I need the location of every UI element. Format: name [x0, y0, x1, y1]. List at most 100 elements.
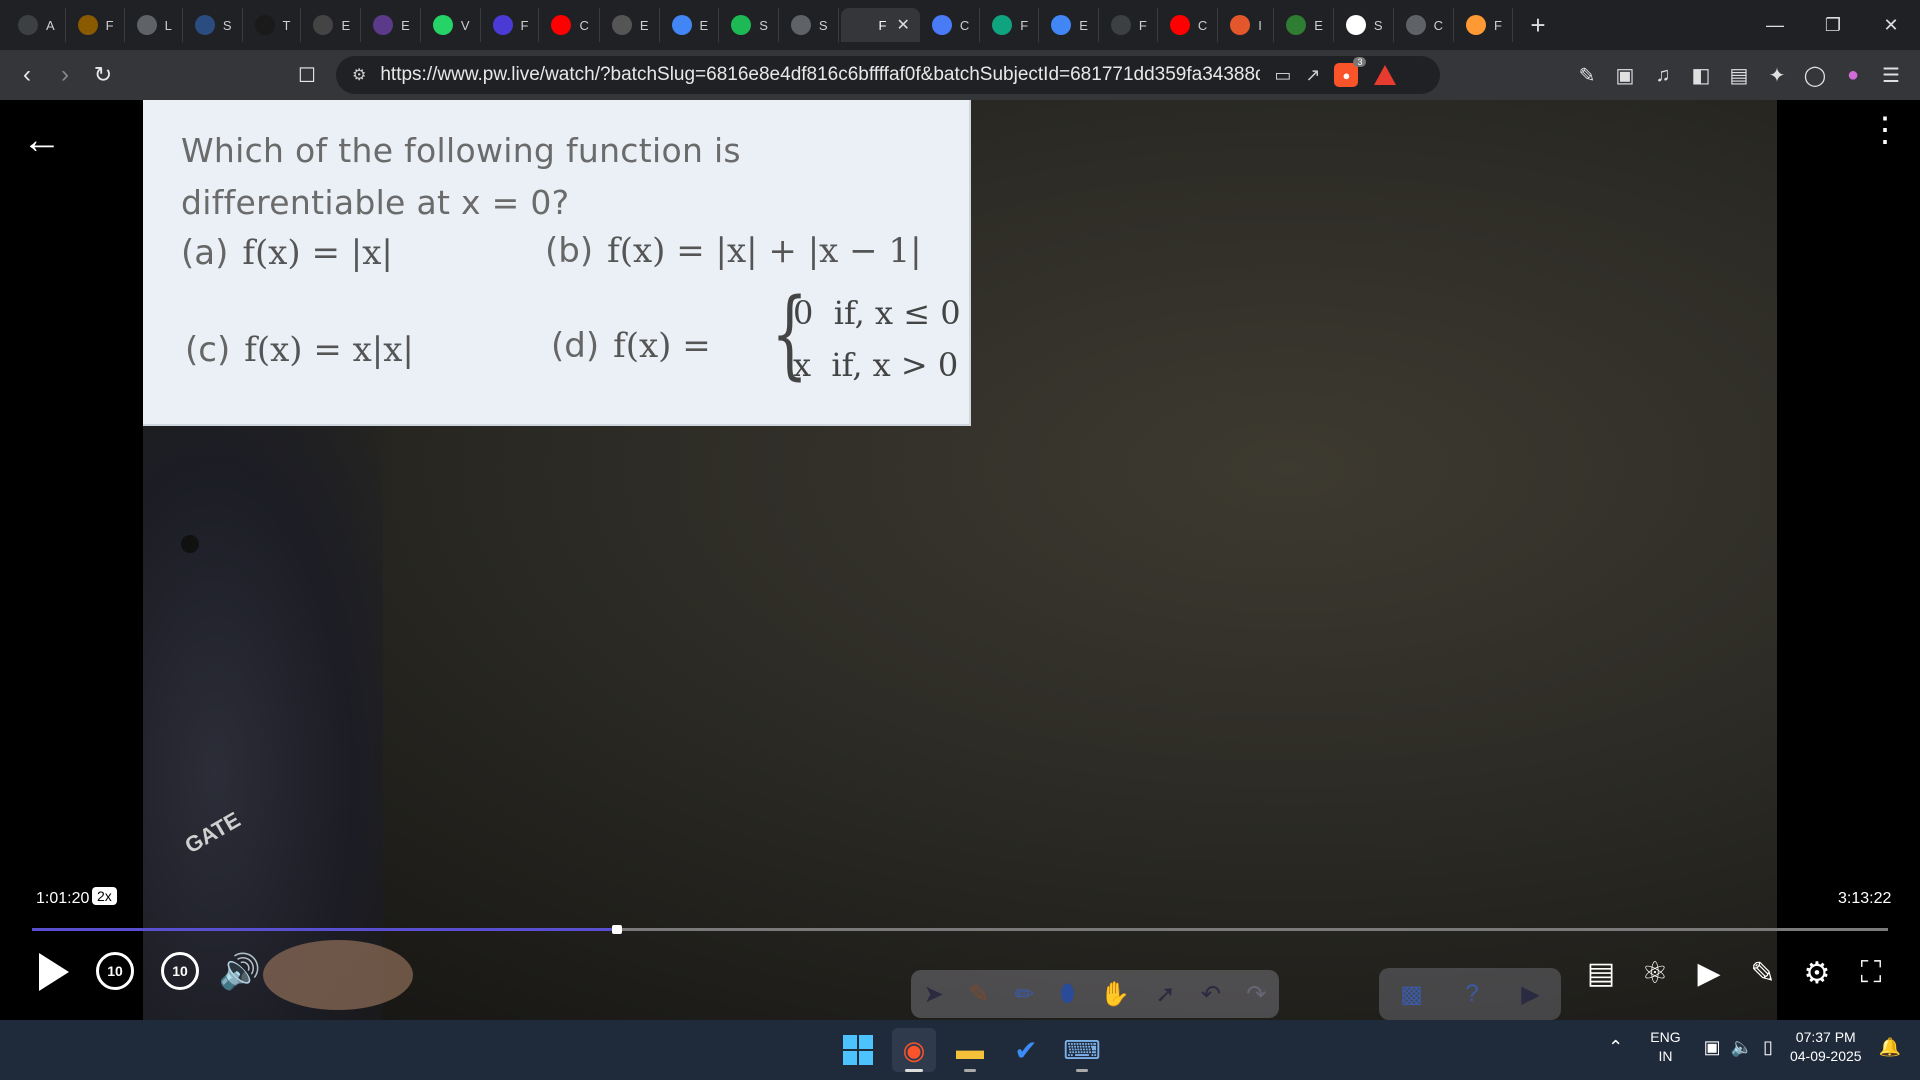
option-b: (b) f(x) = |x| + |x − 1|: [545, 231, 922, 271]
video-player[interactable]: ← GATE Which of the following function i…: [0, 100, 1920, 1020]
tab-favicon-icon: [1110, 15, 1131, 35]
browser-tab[interactable]: E: [1041, 8, 1099, 42]
browser-tab[interactable]: E: [602, 8, 660, 42]
taskbar-file-explorer-icon[interactable]: ▬: [948, 1028, 992, 1072]
url-text[interactable]: https://www.pw.live/watch/?batchSlug=681…: [380, 64, 1260, 86]
picture-in-picture-icon[interactable]: ▶: [1690, 954, 1728, 992]
tab-favicon-icon: [77, 15, 98, 35]
back-arrow-icon[interactable]: ←: [22, 118, 62, 163]
rewind-10-button[interactable]: 10: [96, 952, 134, 990]
video-frame[interactable]: GATE Which of the following function is …: [143, 100, 1777, 1020]
option-c: (c) f(x) = x|x|: [185, 330, 414, 370]
browser-tab[interactable]: I: [1220, 8, 1275, 42]
tab-favicon-icon: [136, 15, 157, 35]
extensions-icon[interactable]: ✎: [1568, 63, 1606, 88]
tab-favicon-icon: [373, 15, 394, 35]
clock[interactable]: 07:37 PM 04-09-2025: [1790, 1028, 1862, 1066]
notes-icon[interactable]: ✎: [1744, 954, 1782, 992]
leo-ai-icon[interactable]: ✦: [1758, 63, 1796, 88]
bookmark-icon[interactable]: ☐: [288, 56, 326, 94]
tab-favicon-icon: [1169, 15, 1190, 35]
browser-tab[interactable]: E: [662, 8, 720, 42]
back-button[interactable]: ‹: [8, 56, 46, 94]
seek-knob[interactable]: [612, 925, 623, 934]
settings-gear-icon[interactable]: ⚙: [1798, 954, 1836, 992]
tab-favicon-icon: [254, 15, 275, 35]
network-icon[interactable]: ▣: [1704, 1037, 1721, 1058]
browser-tab[interactable]: C: [541, 8, 600, 42]
screenshot-icon[interactable]: ▣: [1606, 63, 1644, 88]
browser-tab[interactable]: S: [721, 8, 779, 42]
browser-tab[interactable]: A: [8, 8, 66, 42]
new-tab-button[interactable]: +: [1521, 8, 1555, 42]
seek-bar[interactable]: [32, 925, 1888, 934]
browser-tab[interactable]: L: [127, 8, 183, 42]
brave-rewards-icon[interactable]: [1374, 65, 1397, 85]
browser-tab[interactable]: E: [303, 8, 362, 42]
browser-tab[interactable]: F: [68, 8, 125, 42]
vpn-icon[interactable]: ◯: [1796, 63, 1834, 88]
browser-tab[interactable]: T: [245, 8, 302, 42]
windows-logo-icon: [843, 1035, 873, 1065]
sidebar-icon[interactable]: ◧: [1682, 63, 1720, 88]
speaker-icon[interactable]: 🔈: [1731, 1037, 1753, 1058]
forward-10-button[interactable]: 10: [161, 952, 199, 990]
volume-icon[interactable]: 🔊: [218, 952, 262, 992]
show-hidden-icons-icon[interactable]: ⌃: [1608, 1037, 1623, 1058]
speed-badge[interactable]: 2x: [92, 887, 117, 905]
more-options-icon[interactable]: ⋮: [1868, 113, 1902, 147]
tab-close-icon[interactable]: ✕: [896, 15, 909, 35]
cast-icon[interactable]: ▭: [1274, 65, 1291, 86]
start-button[interactable]: [836, 1028, 880, 1072]
play-button[interactable]: [36, 952, 72, 992]
region-code: IN: [1658, 1048, 1673, 1064]
notification-bell-icon[interactable]: 🔔: [1879, 1037, 1901, 1058]
player-right-controls: ▤ ⚛ ▶ ✎ ⚙ ⛶: [1566, 954, 1890, 992]
shape-tool-icon: ⬮: [1059, 980, 1075, 1007]
browser-tab[interactable]: E: [1276, 8, 1334, 42]
wallet-icon[interactable]: ▤: [1720, 63, 1758, 88]
brave-shields-icon[interactable]: ● 3: [1334, 57, 1367, 87]
browser-tab[interactable]: F: [483, 8, 540, 42]
piecewise-row-1: 0 if, x ≤ 0: [793, 294, 961, 332]
minimize-button[interactable]: —: [1746, 0, 1804, 50]
tab-title: F: [520, 17, 529, 33]
tab-favicon-icon: [194, 15, 215, 35]
browser-tab[interactable]: C: [1396, 8, 1454, 42]
browser-tab[interactable]: F: [1456, 8, 1513, 42]
taskbar-brave-icon[interactable]: ◉: [892, 1028, 936, 1072]
browser-tab[interactable]: F: [1101, 8, 1158, 42]
menu-icon[interactable]: ☰: [1872, 63, 1910, 88]
browser-tab[interactable]: F ✕: [840, 8, 920, 42]
music-icon[interactable]: ♫: [1644, 64, 1682, 87]
chat-icon[interactable]: ▤: [1582, 954, 1620, 992]
browser-tab[interactable]: C: [922, 8, 981, 42]
site-info-icon[interactable]: ⚙: [352, 65, 366, 85]
tab-favicon-icon: [1286, 15, 1307, 35]
browser-tab[interactable]: E: [363, 8, 421, 42]
battery-icon[interactable]: ▯: [1763, 1037, 1773, 1058]
fullscreen-icon[interactable]: ⛶: [1852, 954, 1890, 992]
browser-tab[interactable]: S: [781, 8, 839, 42]
browser-tab[interactable]: S: [1336, 8, 1394, 42]
arrow-tool-icon: ➚: [1155, 980, 1176, 1008]
tab-favicon-icon: [850, 15, 871, 35]
taskbar-keyboard-icon[interactable]: ⌨: [1060, 1028, 1104, 1072]
tab-title: E: [1314, 17, 1323, 33]
browser-tab[interactable]: F: [982, 8, 1040, 42]
share-icon[interactable]: ↗: [1305, 65, 1320, 86]
language-indicator[interactable]: ENG IN: [1650, 1028, 1680, 1066]
browser-tab[interactable]: C: [1160, 8, 1219, 42]
address-bar[interactable]: ⚙ https://www.pw.live/watch/?batchSlug=6…: [336, 56, 1440, 94]
browser-tab[interactable]: S: [185, 8, 243, 42]
reload-button[interactable]: ↻: [84, 56, 122, 94]
close-window-button[interactable]: ✕: [1862, 0, 1920, 50]
taskbar-todo-icon[interactable]: ✔: [1004, 1028, 1048, 1072]
restore-button[interactable]: ❐: [1804, 0, 1862, 50]
browser-tab[interactable]: V: [423, 8, 481, 42]
translate-icon[interactable]: ⚛: [1636, 954, 1674, 992]
forward-button[interactable]: ›: [46, 56, 84, 94]
redo-tool-icon: ↷: [1246, 980, 1267, 1008]
profile-icon[interactable]: ●: [1834, 64, 1872, 87]
option-a-label: (a): [181, 233, 229, 273]
